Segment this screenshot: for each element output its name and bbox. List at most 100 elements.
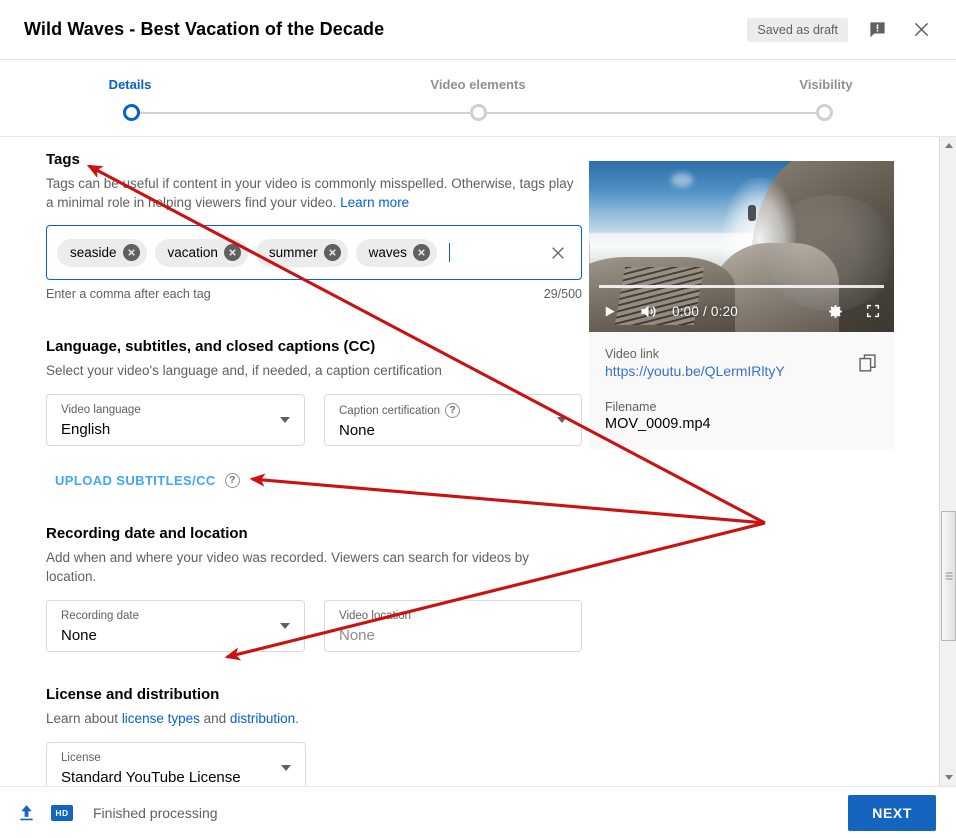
recording-date-value: None [61,627,97,644]
tab-video-elements[interactable]: Video elements [430,77,525,92]
video-preview-panel: 0:00 / 0:20 Video link https://youtu.be/… [589,161,894,449]
video-progress-bar[interactable] [599,285,884,288]
tab-visibility[interactable]: Visibility [799,77,852,92]
caption-certification-label-text: Caption certification [339,404,440,417]
scrollbar-thumb[interactable] [941,511,956,641]
video-panel-card: 0:00 / 0:20 Video link https://youtu.be/… [589,161,894,449]
video-link-url[interactable]: https://youtu.be/QLermIRltyY [605,363,785,379]
tag-chip[interactable]: summer [255,238,348,267]
gear-glyph [829,304,842,318]
scroll-down-glyph [944,775,953,780]
volume-icon[interactable] [639,302,658,321]
text-caret [448,243,450,262]
hd-badge: HD [51,804,73,821]
license-description-suffix: . [295,711,299,726]
copy-icon[interactable] [857,352,878,373]
chevron-down-icon[interactable] [557,417,567,423]
help-icon[interactable]: ? [445,403,460,418]
close-glyph [914,22,928,37]
tags-section: Tags Tags can be useful if content in yo… [46,151,582,301]
caption-certification-label: Caption certification ? [339,403,547,418]
license-and-distribution-heading: License and distribution [46,686,220,703]
remove-chip-glyph [229,249,236,256]
fullscreen-icon[interactable] [865,303,881,319]
video-location-label: Video location [339,610,412,622]
language-heading: Language, subtitles, and closed captions… [46,338,376,355]
language-fields-row: Video language English Caption certifica… [46,394,582,446]
scroll-down-icon[interactable] [940,769,956,786]
play-glyph [605,306,615,316]
license-label: License [61,752,101,764]
step-dot-video-elements[interactable] [469,104,487,121]
video-time-display: 0:00 / 0:20 [672,303,739,319]
upload-details-dialog: Wild Waves - Best Vacation of the Decade… [0,0,956,838]
upload-stepper: Details Video elements Visibility [0,59,956,137]
license-section: License and distribution Learn about lic… [46,686,582,786]
license-select[interactable]: License Standard YouTube License [46,742,306,786]
next-button[interactable]: NEXT [848,794,936,831]
remove-chip-icon[interactable] [323,244,341,261]
recording-fields-row: Recording date None Video location None [46,600,582,652]
remove-chip-glyph [127,249,135,256]
tags-hint: Enter a comma after each tag [46,287,211,301]
video-link-label: Video link [605,347,659,361]
caption-certification-value: None [339,422,375,439]
license-description: Learn about license types and distributi… [46,709,582,728]
step-dot-details[interactable] [123,104,140,121]
feedback-icon[interactable] [862,15,892,45]
video-language-value: English [61,421,111,438]
upload-subtitles-link[interactable]: UPLOAD SUBTITLES/CC [55,473,216,488]
filename-value: MOV_0009.mp4 [605,416,711,432]
tags-learn-more-link[interactable]: Learn more [340,195,409,210]
header-actions: Saved as draft [747,15,936,45]
tag-chip[interactable]: waves [355,238,437,267]
license-description-prefix: Learn about [46,711,122,726]
chevron-down-icon[interactable] [280,623,290,629]
tag-chip-label: seaside [70,245,117,260]
remove-chip-glyph [418,249,425,256]
upload-subtitles-row: UPLOAD SUBTITLES/CC ? [55,473,582,488]
video-thumbnail[interactable]: 0:00 / 0:20 [589,161,894,332]
chevron-down-icon[interactable] [280,417,290,423]
remove-chip-icon[interactable] [412,244,430,261]
step-dot-visibility[interactable] [816,104,833,121]
recording-date-select[interactable]: Recording date None [46,600,305,652]
details-scroll-area: Tags Tags can be useful if content in yo… [0,137,956,786]
play-icon[interactable] [602,304,617,319]
dialog-header: Wild Waves - Best Vacation of the Decade… [0,0,956,59]
tags-heading: Tags [46,151,80,168]
upload-icon[interactable] [16,802,37,823]
tag-chip[interactable]: seaside [57,238,147,267]
help-icon[interactable]: ? [224,473,240,488]
filename-label: Filename [605,400,657,414]
gear-icon[interactable] [827,303,844,320]
language-description: Select your video's language and, if nee… [46,363,442,378]
video-location-field[interactable]: Video location None [324,600,582,652]
video-language-select[interactable]: Video language English [46,394,305,446]
tags-input[interactable]: seaside vacation summer waves [46,225,582,280]
page-title: Wild Waves - Best Vacation of the Decade [24,19,385,39]
vertical-scrollbar[interactable] [939,137,956,786]
remove-chip-icon[interactable] [223,244,241,261]
processing-status-text: Finished processing [93,804,218,821]
scroll-up-icon[interactable] [940,137,956,154]
caption-certification-select[interactable]: Caption certification ? None [324,394,582,446]
tag-chip[interactable]: vacation [154,238,248,267]
chevron-down-icon[interactable] [281,765,291,771]
clear-icon[interactable] [549,244,567,262]
scroll-up-glyph [944,143,953,148]
distribution-link[interactable]: distribution [230,711,295,726]
stepper-track-container: Details Video elements Visibility [109,60,853,121]
recording-heading: Recording date and location [46,525,248,542]
license-types-link[interactable]: license types [122,711,200,726]
tag-chip-label: vacation [167,245,218,260]
close-icon[interactable] [906,15,936,45]
language-section: Language, subtitles, and closed captions… [46,338,582,488]
feedback-glyph [869,22,885,38]
tags-footer: Enter a comma after each tag 29/500 [46,287,582,301]
volume-glyph [641,305,656,317]
tab-details[interactable]: Details [109,77,152,92]
recording-description: Add when and where your video was record… [46,550,530,584]
remove-chip-icon[interactable] [122,244,140,261]
license-description-middle: and [199,711,230,726]
